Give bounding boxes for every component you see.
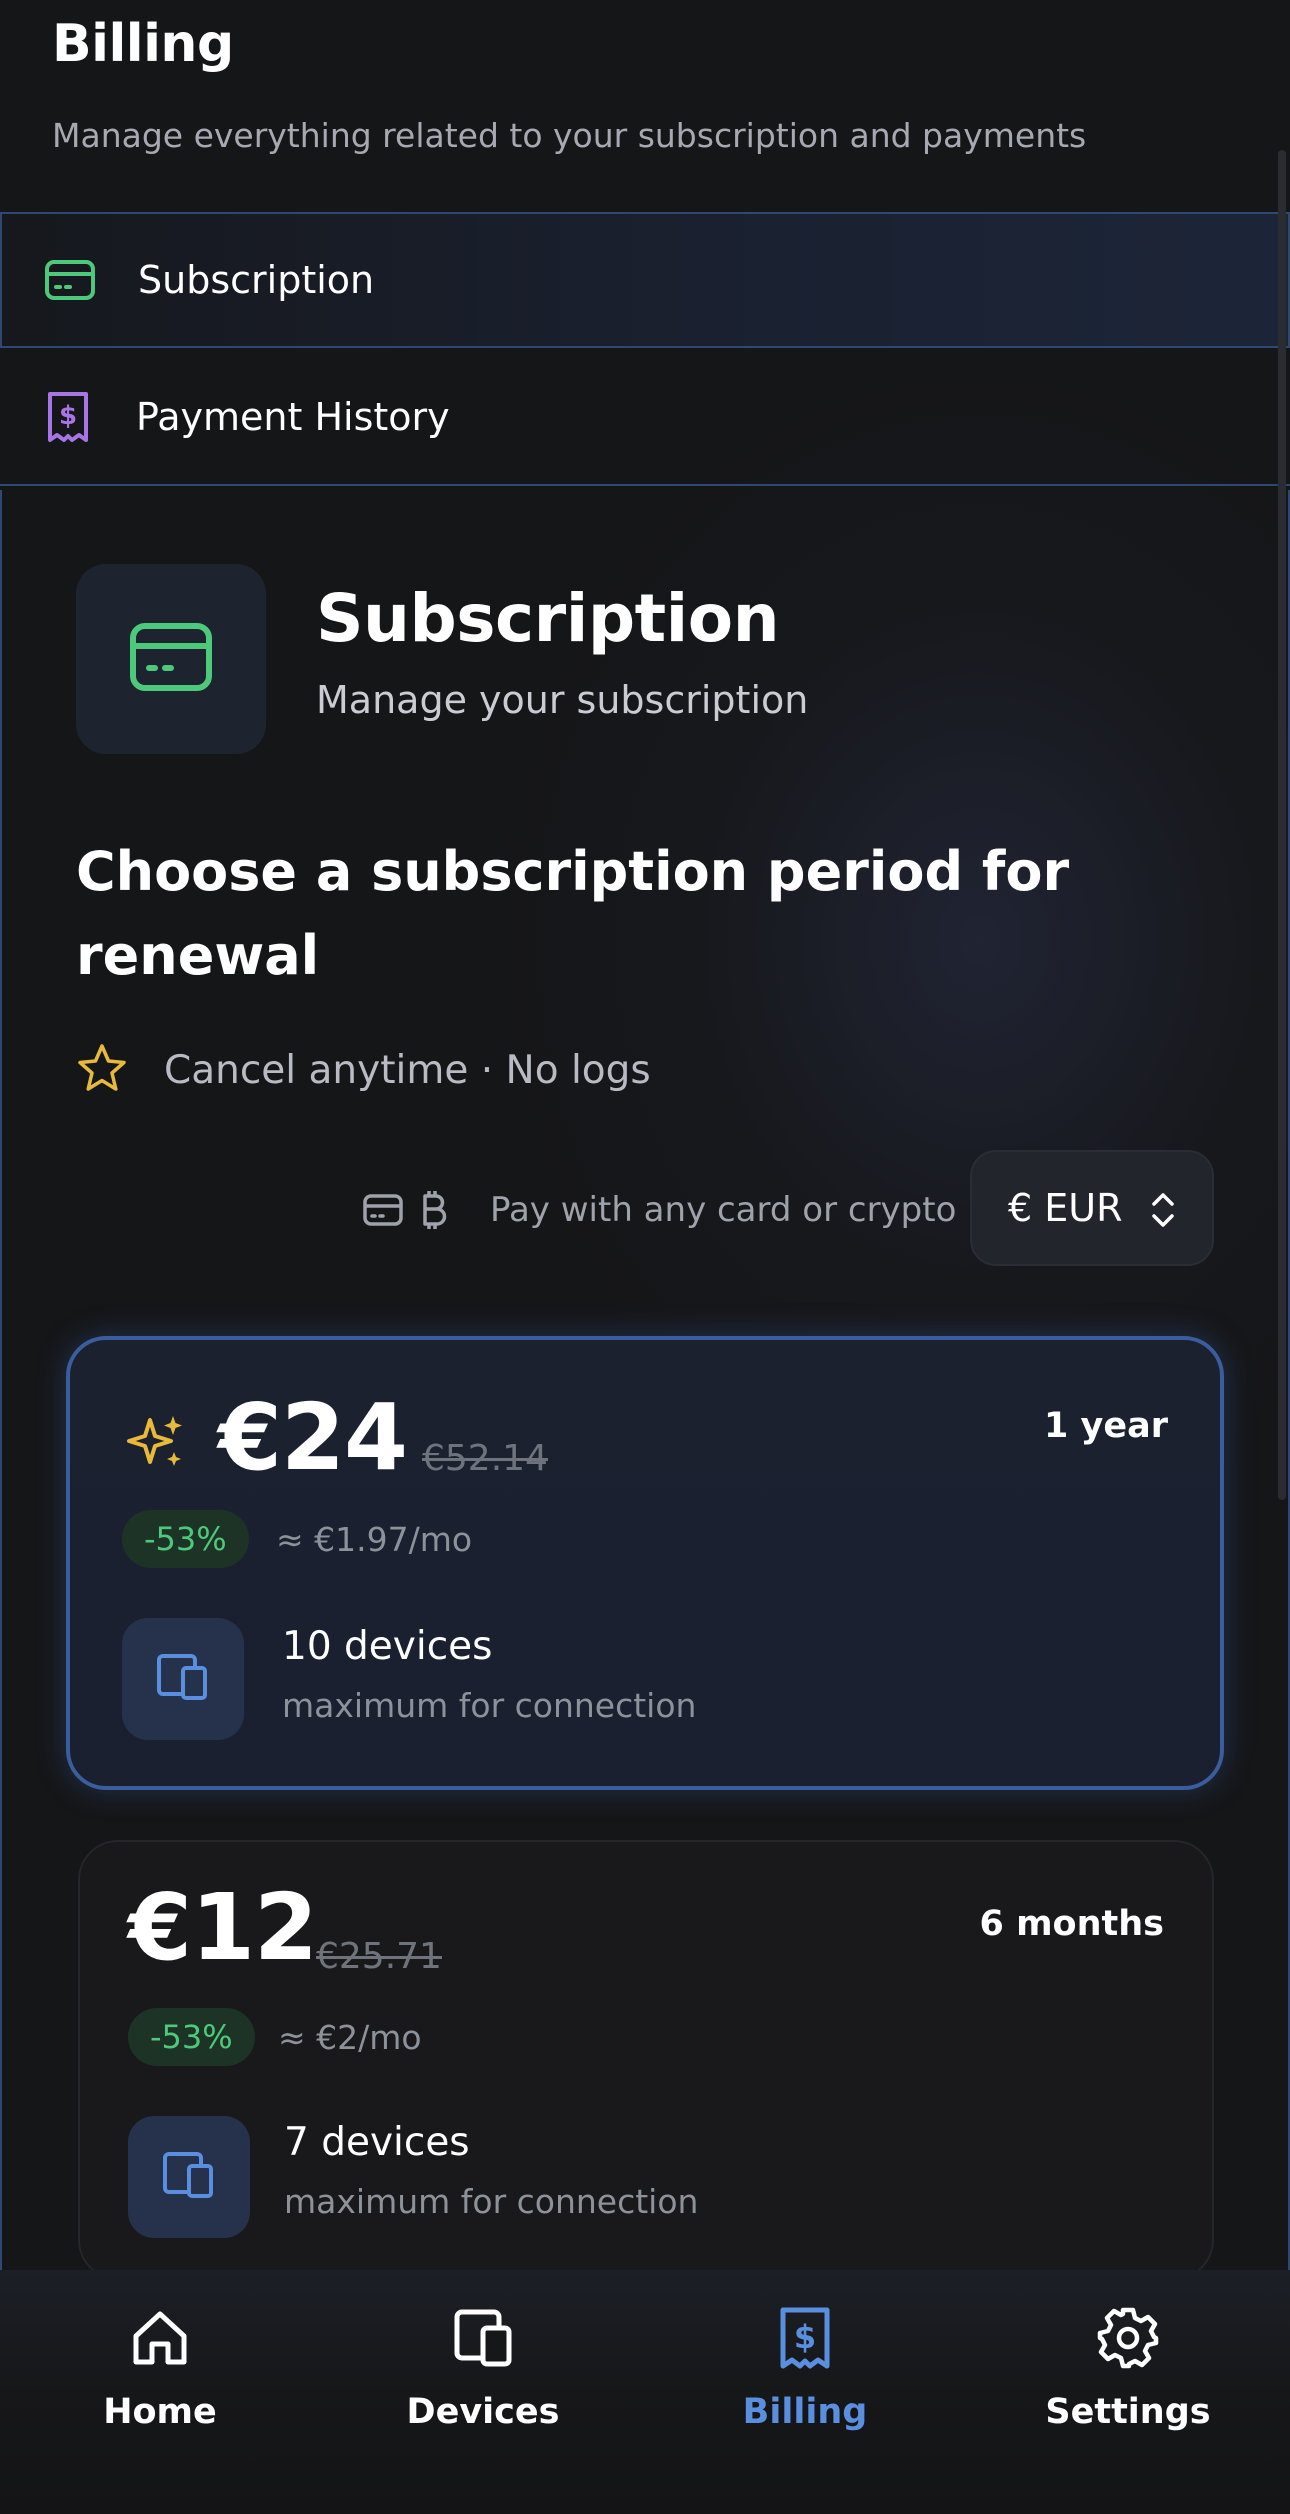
plan-devices: 7 devices [284, 2120, 470, 2165]
receipt-dollar-icon: $ [777, 2306, 833, 2374]
plan-price: €12 [128, 1874, 318, 1981]
devices-icon [451, 2306, 515, 2374]
devices-icon [161, 2150, 217, 2204]
bottom-nav-home-label: Home [103, 2392, 217, 2432]
discount-badge: -53% [122, 1510, 249, 1568]
bottom-nav-devices-label: Devices [406, 2392, 560, 2432]
credit-card-icon [129, 622, 213, 696]
scrollbar[interactable] [1278, 150, 1286, 1500]
bottom-nav-home[interactable]: Home [50, 2306, 270, 2466]
page-header: Billing Manage everything related to you… [0, 0, 1290, 212]
credit-card-icon [42, 252, 98, 308]
plan-period: 1 year [1044, 1406, 1168, 1446]
star-icon [76, 1043, 128, 1097]
plan-price: €24 [218, 1384, 408, 1491]
payment-methods-row: Pay with any card or crypto [362, 1180, 956, 1240]
payment-note: Pay with any card or crypto [490, 1190, 957, 1230]
tab-subscription-label: Subscription [138, 258, 375, 302]
bottom-nav-devices[interactable]: Devices [373, 2306, 593, 2466]
devices-icon-box [128, 2116, 250, 2238]
bottom-nav-billing-label: Billing [742, 2392, 868, 2432]
home-icon [128, 2306, 192, 2374]
tab-payment-history-label: Payment History [136, 395, 450, 439]
discount-badge: -53% [128, 2008, 255, 2066]
billing-page: Billing Manage everything related to you… [0, 0, 1290, 2514]
page-subtitle: Manage everything related to your subscr… [52, 116, 1087, 155]
devices-icon [155, 1652, 211, 1706]
plan-devices-sub: maximum for connection [284, 2182, 699, 2221]
svg-text:$: $ [59, 401, 77, 431]
subscription-icon-box [76, 564, 266, 754]
page-title: Billing [52, 14, 234, 74]
bitcoin-icon [418, 1189, 448, 1231]
plan-devices: 10 devices [282, 1624, 493, 1669]
tab-subscription[interactable]: Subscription [0, 212, 1290, 348]
plan-devices-sub: maximum for connection [282, 1686, 697, 1725]
perks-row: Cancel anytime · No logs [76, 1040, 651, 1100]
bottom-nav-billing[interactable]: $ Billing [695, 2306, 915, 2466]
bottom-nav-settings[interactable]: Settings [1018, 2306, 1238, 2466]
choose-period-heading: Choose a subscription period for renewal [76, 840, 1070, 987]
plan-old-price: €25.71 [316, 1936, 442, 1977]
bottom-nav-settings-label: Settings [1045, 2392, 1211, 2432]
currency-value: € EUR [1008, 1186, 1123, 1230]
bottom-nav: Home Devices $ Billing Settings [0, 2270, 1290, 2514]
currency-select[interactable]: € EUR [970, 1150, 1214, 1266]
tab-payment-history[interactable]: $ Payment History [0, 350, 1290, 486]
plan-period: 6 months [979, 1904, 1164, 1944]
subscription-description: Manage your subscription [316, 678, 809, 722]
plan-old-price: €52.14 [422, 1438, 548, 1479]
plan-per-month: ≈ €2/mo [278, 2018, 422, 2057]
devices-icon-box [122, 1618, 244, 1740]
chevron-up-down-icon [1150, 1190, 1176, 1234]
receipt-dollar-icon: $ [40, 389, 96, 445]
subscription-title: Subscription [316, 580, 780, 657]
plan-card-1-year[interactable]: €24 €52.14 1 year -53% ≈ €1.97/mo 10 dev… [66, 1336, 1224, 1790]
gear-icon [1096, 2306, 1160, 2374]
perks-text: Cancel anytime · No logs [164, 1047, 651, 1093]
credit-card-icon [362, 1193, 404, 1227]
sparkles-icon [126, 1412, 186, 1476]
svg-text:$: $ [794, 2318, 816, 2356]
plan-per-month: ≈ €1.97/mo [276, 1520, 473, 1559]
plan-card-6-months[interactable]: €12 €25.71 6 months -53% ≈ €2/mo 7 devic… [78, 1840, 1214, 2280]
